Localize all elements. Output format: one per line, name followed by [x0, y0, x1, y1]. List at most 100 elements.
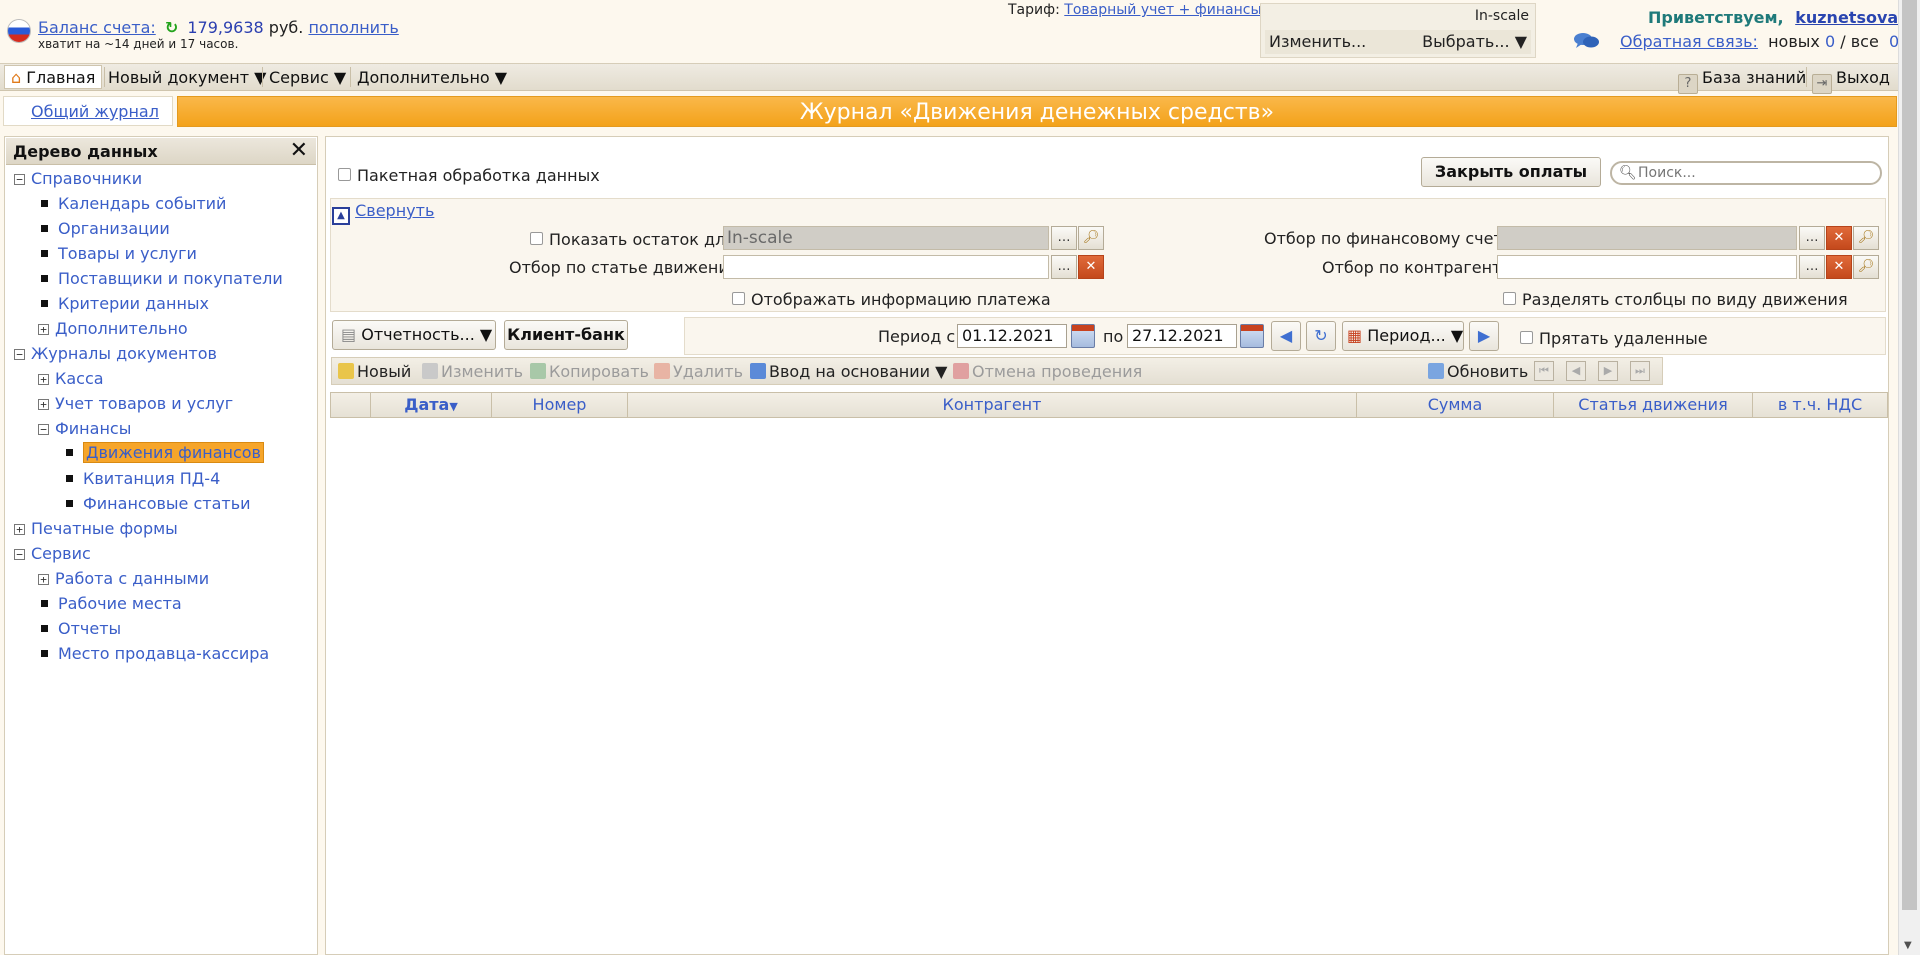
- grid-col-number[interactable]: Номер: [492, 393, 628, 417]
- last-page-icon[interactable]: ⏭: [1630, 361, 1650, 381]
- tree-item-print-forms[interactable]: + Печатные формы: [14, 519, 178, 541]
- clear-icon[interactable]: ✕: [1826, 226, 1852, 250]
- collapse-icon[interactable]: −: [14, 549, 25, 560]
- client-bank-button[interactable]: Клиент-банк: [504, 320, 628, 350]
- menu-new-document[interactable]: Новый документ ▼: [108, 68, 266, 87]
- ellipsis-button[interactable]: …: [1051, 255, 1077, 279]
- prev-period-icon[interactable]: ◀: [1271, 321, 1301, 351]
- close-payments-button[interactable]: Закрыть оплаты: [1421, 157, 1601, 187]
- menu-home[interactable]: ⌂ Главная: [4, 65, 103, 89]
- general-journal-link[interactable]: Общий журнал: [31, 102, 159, 121]
- tree-item-doc-journals[interactable]: − Журналы документов: [14, 344, 217, 366]
- date-to-input[interactable]: 27.12.2021: [1127, 324, 1237, 348]
- find-icon[interactable]: 🔎︎: [1078, 226, 1104, 250]
- batch-processing-checkbox[interactable]: [338, 168, 351, 181]
- tariff-link[interactable]: Товарный учет + финансы: [1064, 2, 1261, 18]
- clear-icon[interactable]: ✕: [1078, 255, 1104, 279]
- next-period-icon[interactable]: ▶: [1469, 321, 1499, 351]
- tree-item-workplaces[interactable]: Рабочие места: [38, 594, 182, 616]
- tree-item-calendar[interactable]: Календарь событий: [38, 194, 226, 216]
- search-input[interactable]: [1638, 165, 1868, 181]
- tree-item-data-work[interactable]: + Работа с данными: [38, 569, 209, 591]
- show-balance[interactable]: Показать остаток для: [530, 230, 735, 249]
- toolbar-edit[interactable]: Изменить: [422, 362, 523, 381]
- collapse-icon[interactable]: −: [14, 174, 25, 185]
- tree-item-criteria[interactable]: Критерии данных: [38, 294, 209, 316]
- refresh-balance-icon[interactable]: ↻: [165, 18, 178, 37]
- split-columns[interactable]: Разделять столбцы по виду движения: [1503, 290, 1848, 309]
- first-page-icon[interactable]: ⏮: [1534, 361, 1554, 381]
- filter-article-field[interactable]: [723, 255, 1049, 279]
- expand-icon[interactable]: +: [38, 374, 49, 385]
- tree-item-receipt-pd4[interactable]: Квитанция ПД-4: [63, 469, 220, 491]
- ellipsis-button[interactable]: …: [1799, 255, 1825, 279]
- tree-item-cash[interactable]: + Касса: [38, 369, 104, 391]
- calendar-icon[interactable]: [1240, 324, 1264, 348]
- prev-page-icon[interactable]: ◀: [1566, 361, 1586, 381]
- topup-link[interactable]: пополнить: [308, 18, 398, 37]
- tree-item-organizations[interactable]: Организации: [38, 219, 170, 241]
- organization-choose-dropdown[interactable]: Выбрать... ▼: [1422, 32, 1527, 51]
- menu-service[interactable]: Сервис ▼: [269, 68, 346, 87]
- toolbar-copy[interactable]: Копировать: [530, 362, 649, 381]
- tree-item-additional[interactable]: + Дополнительно: [38, 319, 188, 341]
- batch-processing[interactable]: Пакетная обработка данных: [338, 166, 600, 185]
- close-icon[interactable]: ✕: [290, 138, 308, 163]
- find-icon[interactable]: 🔎︎: [1853, 226, 1879, 250]
- toolbar-cancel-posting[interactable]: Отмена проведения: [953, 362, 1142, 381]
- organization-change-button[interactable]: Изменить...: [1269, 32, 1366, 51]
- grid-col-article[interactable]: Статья движения: [1554, 393, 1753, 417]
- expand-icon[interactable]: +: [38, 399, 49, 410]
- split-columns-checkbox[interactable]: [1503, 292, 1516, 305]
- scrollbar-thumb[interactable]: [1902, 0, 1917, 910]
- next-page-icon[interactable]: ▶: [1598, 361, 1618, 381]
- expand-icon[interactable]: +: [14, 524, 25, 535]
- tree-item-goods-accounting[interactable]: + Учет товаров и услуг: [38, 394, 233, 416]
- filter-contractor-field[interactable]: [1497, 255, 1797, 279]
- menu-exit[interactable]: ⇥ Выход: [1812, 68, 1890, 94]
- find-icon[interactable]: 🔎︎: [1853, 255, 1879, 279]
- toolbar-based-on[interactable]: Ввод на основании ▼: [750, 362, 947, 381]
- grid-col-vat[interactable]: в т.ч. НДС: [1753, 393, 1887, 417]
- tree-item-reports[interactable]: Отчеты: [38, 619, 121, 641]
- grid-col-date[interactable]: Дата▼: [371, 393, 492, 417]
- collapse-icon[interactable]: −: [14, 349, 25, 360]
- tree-item-finance-movements[interactable]: Движения финансов: [63, 442, 264, 465]
- feedback-new-count[interactable]: 0: [1825, 32, 1835, 51]
- tree-item-suppliers[interactable]: Поставщики и покупатели: [38, 269, 283, 291]
- ellipsis-button[interactable]: …: [1799, 226, 1825, 250]
- grid-col-select[interactable]: [331, 393, 371, 417]
- collapse-toggle[interactable]: ▲ Свернуть: [332, 201, 434, 225]
- ellipsis-button[interactable]: …: [1051, 226, 1077, 250]
- show-payment-info-checkbox[interactable]: [732, 292, 745, 305]
- page-scrollbar[interactable]: ▼: [1898, 0, 1920, 955]
- hide-deleted[interactable]: Прятать удаленные: [1520, 329, 1708, 348]
- tree-item-service[interactable]: − Сервис: [14, 544, 91, 566]
- tree-item-cashier[interactable]: Место продавца-кассира: [38, 644, 269, 666]
- show-payment-info[interactable]: Отображать информацию платежа: [732, 290, 1051, 309]
- toolbar-new[interactable]: Новый: [338, 362, 411, 381]
- period-dropdown[interactable]: ▦ Период... ▼: [1342, 321, 1464, 351]
- collapse-icon[interactable]: −: [38, 424, 49, 435]
- reports-dropdown[interactable]: ▤ Отчетность... ▼: [332, 320, 496, 350]
- toolbar-delete[interactable]: Удалить: [654, 362, 743, 381]
- date-from-input[interactable]: 01.12.2021: [957, 324, 1067, 348]
- expand-icon[interactable]: +: [38, 574, 49, 585]
- menu-knowledge-base[interactable]: ? База знаний: [1678, 68, 1806, 94]
- tree-item-references[interactable]: − Справочники: [14, 169, 142, 191]
- filter-account-field[interactable]: [1497, 226, 1797, 250]
- expand-icon[interactable]: +: [38, 324, 49, 335]
- username-link[interactable]: kuznetsova: [1795, 8, 1898, 27]
- toolbar-refresh[interactable]: Обновить: [1428, 362, 1528, 381]
- tree-item-finance-articles[interactable]: Финансовые статьи: [63, 494, 251, 516]
- tree-item-finance[interactable]: − Финансы: [38, 419, 131, 441]
- balance-link[interactable]: Баланс счета:: [38, 18, 156, 37]
- tree-item-goods[interactable]: Товары и услуги: [38, 244, 197, 266]
- hide-deleted-checkbox[interactable]: [1520, 331, 1533, 344]
- scroll-down-icon[interactable]: ▼: [1904, 940, 1912, 951]
- clear-icon[interactable]: ✕: [1826, 255, 1852, 279]
- grid-col-contractor[interactable]: Контрагент: [628, 393, 1357, 417]
- menu-extra[interactable]: Дополнительно ▼: [357, 68, 507, 87]
- show-balance-checkbox[interactable]: [530, 232, 543, 245]
- calendar-icon[interactable]: [1071, 324, 1095, 348]
